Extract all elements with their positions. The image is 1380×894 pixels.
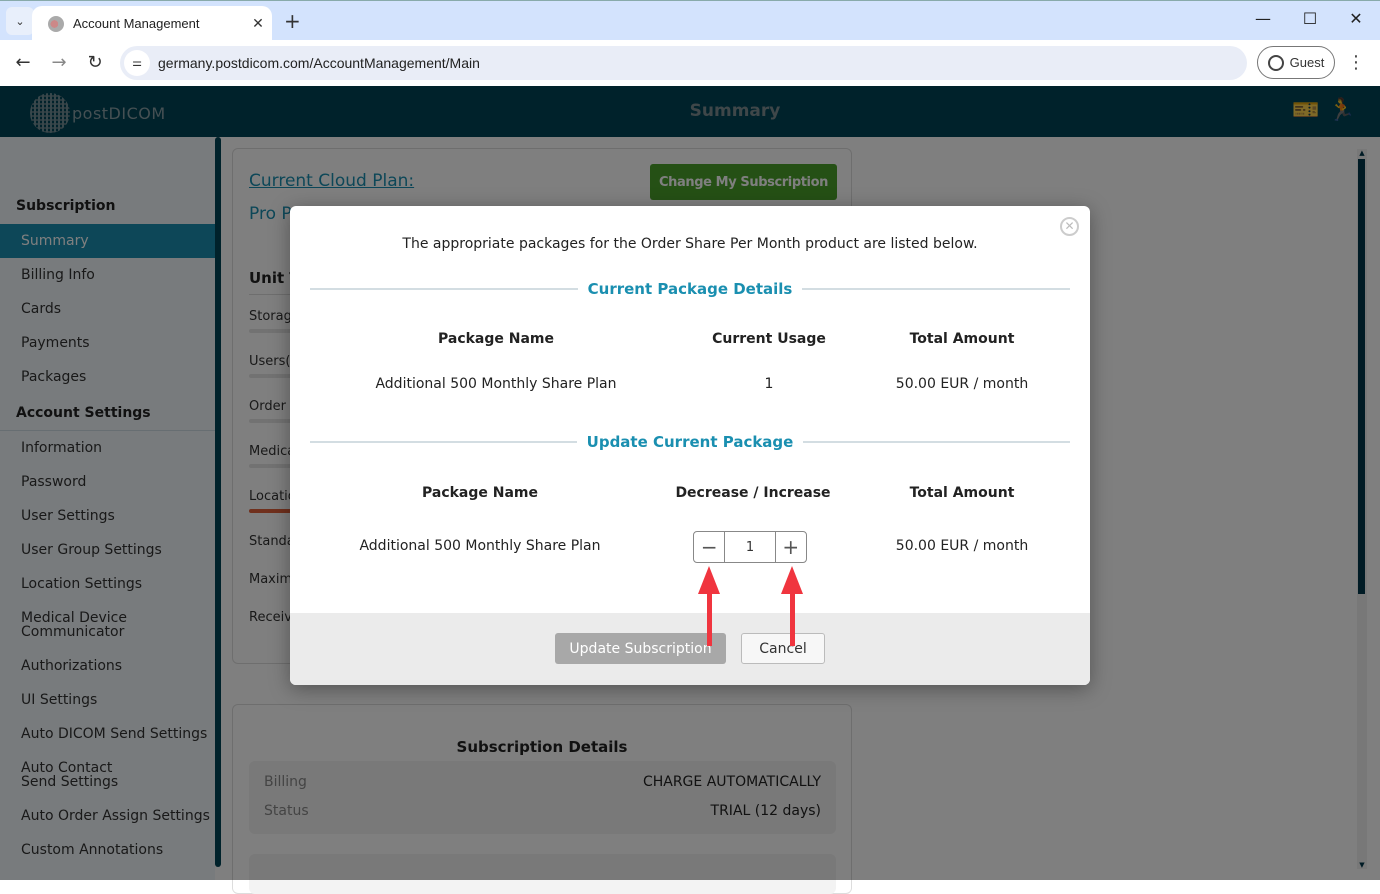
section-title-label: Update Current Package: [577, 433, 804, 451]
update-package-modal: ✕ The appropriate packages for the Order…: [290, 206, 1090, 685]
reload-icon[interactable]: ↻: [82, 50, 108, 76]
browser-toolbar: ← → ↻ ⚌ germany.postdicom.com/AccountMan…: [0, 40, 1380, 86]
window-close-icon[interactable]: ✕: [1341, 9, 1371, 28]
current-package-name: Additional 500 Monthly Share Plan: [346, 376, 646, 392]
divider-line: [802, 288, 1070, 290]
profile-guest-button[interactable]: Guest: [1257, 46, 1335, 79]
current-usage-value: 1: [669, 376, 869, 392]
current-total-amount-header: Total Amount: [862, 331, 1062, 347]
tab-search-button[interactable]: ⌄: [6, 7, 34, 35]
minimize-icon[interactable]: —: [1248, 9, 1278, 28]
increase-button[interactable]: +: [776, 532, 806, 562]
browser-window: ⌄ Account Management ✕ + — ☐ ✕ ← → ↻ ⚌ g…: [0, 0, 1380, 880]
address-bar[interactable]: ⚌ germany.postdicom.com/AccountManagemen…: [120, 46, 1247, 80]
site-info-tune-icon[interactable]: ⚌: [124, 50, 150, 76]
maximize-icon[interactable]: ☐: [1295, 9, 1325, 28]
current-total-amount: 50.00 EUR / month: [862, 376, 1062, 392]
decrease-button[interactable]: −: [694, 532, 724, 562]
person-circle-icon: [1268, 55, 1284, 71]
back-arrow-icon[interactable]: ←: [10, 50, 36, 76]
current-package-section-title: Current Package Details: [310, 280, 1070, 298]
modal-footer: Update Subscription Cancel: [290, 613, 1090, 685]
tab-account-management[interactable]: Account Management ✕: [32, 6, 272, 41]
divider-line: [803, 441, 1070, 443]
annotation-arrow-increase: [780, 566, 804, 646]
postdicom-favicon-icon: [48, 16, 64, 32]
quantity-input[interactable]: 1: [724, 532, 775, 562]
update-package-name: Additional 500 Monthly Share Plan: [330, 538, 630, 554]
quantity-stepper: − 1 +: [693, 531, 807, 563]
tab-strip: ⌄ Account Management ✕ + — ☐ ✕: [0, 0, 1380, 40]
annotation-arrow-decrease: [697, 566, 721, 646]
decrease-increase-header: Decrease / Increase: [653, 485, 853, 501]
arrow-shaft: [707, 594, 712, 646]
chevron-down-icon: ⌄: [15, 15, 24, 28]
arrow-head: [698, 566, 720, 594]
forward-arrow-icon[interactable]: →: [46, 50, 72, 76]
url-text[interactable]: germany.postdicom.com/AccountManagement/…: [158, 55, 480, 71]
arrow-head: [781, 566, 803, 594]
update-total-amount-header: Total Amount: [862, 485, 1062, 501]
update-package-section-title: Update Current Package: [310, 433, 1070, 451]
divider-line: [310, 288, 578, 290]
update-total-amount: 50.00 EUR / month: [862, 538, 1062, 554]
kebab-menu-icon[interactable]: ⋮: [1347, 52, 1365, 73]
tab-title: Account Management: [73, 16, 244, 31]
section-title-label: Current Package Details: [578, 280, 803, 298]
update-package-name-header: Package Name: [330, 485, 630, 501]
modal-intro-text: The appropriate packages for the Order S…: [290, 236, 1090, 252]
tab-close-icon[interactable]: ✕: [244, 16, 272, 32]
current-usage-header: Current Usage: [669, 331, 869, 347]
modal-close-icon[interactable]: ✕: [1060, 217, 1079, 236]
arrow-shaft: [790, 594, 795, 646]
new-tab-plus-icon[interactable]: +: [284, 9, 301, 33]
current-package-name-header: Package Name: [346, 331, 646, 347]
divider-line: [310, 441, 577, 443]
profile-label: Guest: [1290, 55, 1325, 70]
